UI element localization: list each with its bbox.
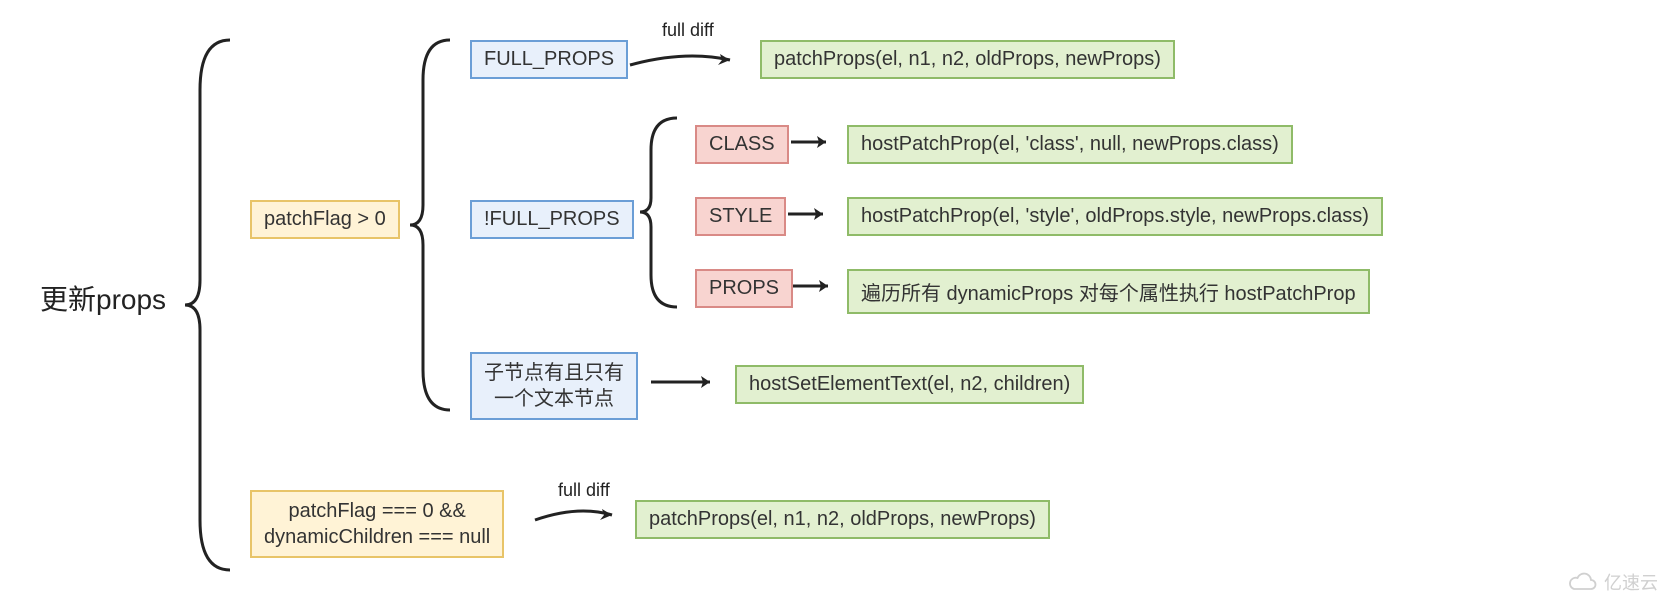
- arrow-props: [790, 274, 840, 299]
- label-full-diff-2: full diff: [558, 480, 610, 501]
- result-text-child: hostSetElementText(el, n2, children): [735, 365, 1084, 404]
- node-not-full-props: !FULL_PROPS: [470, 200, 634, 239]
- arrow-style: [785, 202, 835, 227]
- result-class: hostPatchProp(el, 'class', null, newProp…: [847, 125, 1293, 164]
- cond-b-line1: patchFlag === 0 &&: [288, 498, 465, 524]
- notfull-brace: [635, 110, 685, 315]
- root-label: 更新props: [40, 278, 166, 318]
- node-text-child: 子节点有且只有 一个文本节点: [470, 352, 638, 420]
- branch-a-brace: [405, 30, 460, 420]
- text-child-line2: 一个文本节点: [494, 386, 614, 412]
- watermark: 亿速云: [1568, 569, 1658, 595]
- condition-patchflag-zero: patchFlag === 0 && dynamicChildren === n…: [250, 490, 504, 558]
- result-full-props: patchProps(el, n1, n2, oldProps, newProp…: [760, 40, 1175, 79]
- arrow-text-child: [648, 370, 723, 395]
- condition-patchflag-gt-0: patchFlag > 0: [250, 200, 400, 239]
- tag-props: PROPS: [695, 269, 793, 308]
- tag-class: CLASS: [695, 125, 789, 164]
- arrow-full-props: [625, 45, 745, 75]
- node-full-props: FULL_PROPS: [470, 40, 628, 79]
- root-brace: [180, 30, 240, 580]
- result-style: hostPatchProp(el, 'style', oldProps.styl…: [847, 197, 1383, 236]
- text-child-line1: 子节点有且只有: [484, 360, 624, 386]
- watermark-text: 亿速云: [1604, 569, 1658, 595]
- cloud-icon: [1568, 571, 1598, 593]
- result-props: 遍历所有 dynamicProps 对每个属性执行 hostPatchProp: [847, 269, 1370, 314]
- result-branch-b: patchProps(el, n1, n2, oldProps, newProp…: [635, 500, 1050, 539]
- cond-b-line2: dynamicChildren === null: [264, 524, 490, 550]
- label-full-diff-1: full diff: [662, 20, 714, 41]
- tag-style: STYLE: [695, 197, 786, 236]
- arrow-branch-b: [530, 500, 625, 530]
- arrow-class: [788, 130, 838, 155]
